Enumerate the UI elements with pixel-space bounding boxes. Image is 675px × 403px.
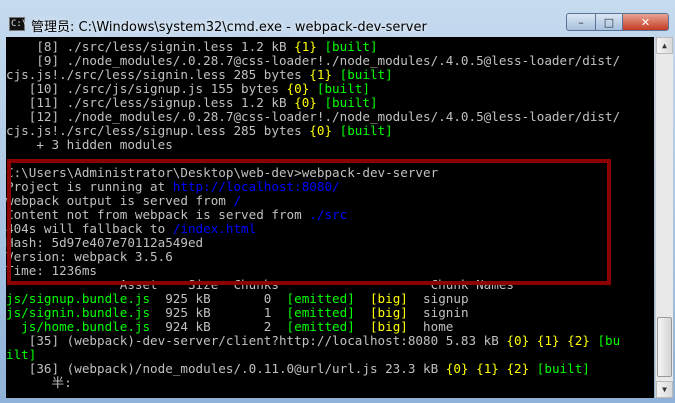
console-text: 925 kB 0 xyxy=(150,291,287,306)
console-text: [9] ./node_modules/.0.28.7@css-loader!./… xyxy=(6,53,621,68)
console-text: + 3 hidden modules xyxy=(6,137,173,152)
console-text: {0} xyxy=(445,361,469,376)
console-line: [11] ./src/less/signup.less 1.2 kB {0} [… xyxy=(6,96,378,110)
cmd-window: C:\ 管理员: C:\Windows\system32\cmd.exe - w… xyxy=(0,0,675,403)
console-text: {0} xyxy=(506,333,530,348)
console-text: cjs.js!./src/less/signin.less 285 bytes xyxy=(6,67,310,82)
console-text: [built] xyxy=(324,95,378,110)
console-line: + 3 hidden modules xyxy=(6,137,173,152)
console-text: [bu xyxy=(597,333,621,348)
vertical-scrollbar[interactable]: ▲ ▼ xyxy=(655,37,673,398)
console-text: [built] xyxy=(536,361,590,376)
console-text: {1} xyxy=(309,67,333,82)
console-text: {0} xyxy=(309,123,333,138)
console-text: [emitted] xyxy=(286,291,355,306)
console-line: ilt] xyxy=(6,348,36,362)
scroll-down-icon[interactable]: ▼ xyxy=(656,381,673,398)
console-line: 半: xyxy=(6,375,72,390)
console-text: js/home.bundle.js xyxy=(6,319,151,334)
console-text: ilt] xyxy=(6,347,37,362)
scroll-up-icon[interactable]: ▲ xyxy=(656,37,673,54)
console-text: [10] ./src/js/signup.js 155 bytes xyxy=(6,81,287,96)
console-text: [emitted] xyxy=(286,305,355,320)
console-text: 924 kB 2 xyxy=(150,319,287,334)
console-text: 925 kB 1 xyxy=(150,305,287,320)
console-text: [35] (webpack)-dev-server/client?http://… xyxy=(6,333,507,348)
console-text: [built] xyxy=(339,123,393,138)
console-line: cjs.js!./src/less/signin.less 285 bytes … xyxy=(6,68,393,82)
console-text: {0} xyxy=(294,95,317,110)
console-text: cjs.js!./src/less/signup.less 285 bytes xyxy=(6,123,310,138)
console-text: {1} xyxy=(476,361,499,376)
scroll-thumb[interactable] xyxy=(657,317,672,377)
console-text: [11] ./src/less/signup.less 1.2 kB xyxy=(6,95,295,110)
console-text: [built] xyxy=(316,81,370,96)
title-bar[interactable]: C:\ 管理员: C:\Windows\system32\cmd.exe - w… xyxy=(0,0,675,37)
console-text: js/signin.bundle.js xyxy=(6,305,151,320)
console-text: {1} xyxy=(294,39,317,54)
console-line: [8] ./src/less/signin.less 1.2 kB {1} [b… xyxy=(6,39,378,54)
console-text: {2} xyxy=(506,361,530,376)
console-text: [big] xyxy=(369,319,408,334)
console-text: {0} xyxy=(286,81,310,96)
console-line: [10] ./src/js/signup.js 155 bytes {0} [b… xyxy=(6,82,370,96)
console-line: [36] (webpack)/node_modules/.0.11.0@url/… xyxy=(6,362,590,376)
maximize-button[interactable]: □ xyxy=(595,13,623,31)
console-text: [12] ./node_modules/.0.28.7@css-loader!.… xyxy=(6,109,621,124)
console-line: [9] ./node_modules/.0.28.7@css-loader!./… xyxy=(6,54,620,68)
console-line: js/signin.bundle.js 925 kB 1 [emitted] [… xyxy=(6,306,469,320)
console-text: [built] xyxy=(324,39,378,54)
console-text: [built] xyxy=(339,67,393,82)
console-line: [12] ./node_modules/.0.28.7@css-loader!.… xyxy=(6,110,620,124)
console-text: [big] xyxy=(369,291,408,306)
highlight-annotation xyxy=(7,159,611,285)
minimize-button[interactable]: – xyxy=(566,13,596,31)
console-line: js/signup.bundle.js 925 kB 0 [emitted] [… xyxy=(6,292,469,306)
close-button[interactable]: ✕ xyxy=(622,13,669,31)
console-line: js/home.bundle.js 924 kB 2 [emitted] [bi… xyxy=(6,320,453,334)
console-text: signin xyxy=(407,305,469,320)
console-text: [36] (webpack)/node_modules/.0.11.0@url/… xyxy=(6,361,446,376)
console-text: [8] ./src/less/signin.less 1.2 kB xyxy=(6,39,295,54)
console-text: [emitted] xyxy=(286,319,355,334)
console-icon: C:\ xyxy=(9,17,28,31)
console-text: signup xyxy=(407,291,469,306)
console-text: home xyxy=(407,319,454,334)
console-text: [big] xyxy=(369,305,408,320)
window-title: 管理员: C:\Windows\system32\cmd.exe - webpa… xyxy=(31,20,427,35)
console-line: cjs.js!./src/less/signup.less 285 bytes … xyxy=(6,124,393,138)
console-text: js/signup.bundle.js xyxy=(6,291,151,306)
console-text: {2} xyxy=(567,333,590,348)
console-text: {1} xyxy=(536,333,560,348)
console-text: 半: xyxy=(6,375,72,390)
console-line: [35] (webpack)-dev-server/client?http://… xyxy=(6,334,620,348)
